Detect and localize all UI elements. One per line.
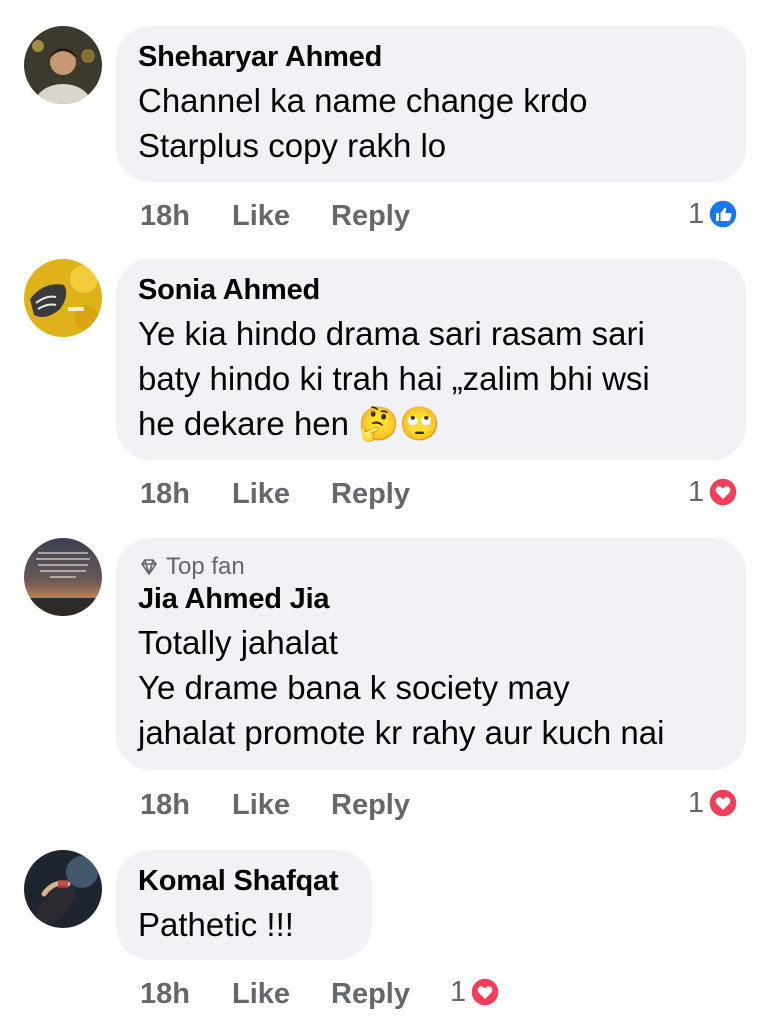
love-icon (708, 788, 738, 818)
comment-author[interactable]: Sonia Ahmed (138, 273, 724, 307)
comment-timestamp[interactable]: 18h (140, 200, 232, 233)
reply-button[interactable]: Reply (331, 789, 410, 822)
comment-timestamp[interactable]: 18h (140, 789, 232, 822)
badge-label: Top fan (166, 553, 245, 580)
comment-actions: 18h Like Reply (140, 785, 410, 825)
avatar-photo (24, 850, 102, 928)
avatar[interactable] (24, 259, 102, 337)
comment-text: Ye kia hindo drama sari rasam sari baty … (138, 311, 724, 446)
like-icon (708, 199, 738, 229)
comment-author[interactable]: Sheharyar Ahmed (138, 40, 724, 74)
reaction-count: 1 (450, 975, 467, 1008)
like-button[interactable]: Like (232, 978, 331, 1011)
love-icon (708, 477, 738, 507)
comment-text: Totally jahalat Ye drame bana k society … (138, 624, 665, 751)
reaction-count: 1 (688, 197, 705, 230)
avatar-photo (24, 259, 102, 337)
reaction-summary[interactable]: 1 (450, 972, 500, 1012)
reaction-summary[interactable]: 1 (688, 783, 738, 823)
reply-button[interactable]: Reply (331, 200, 410, 233)
reaction-count: 1 (688, 786, 705, 819)
love-icon (470, 977, 500, 1007)
comment-actions: 18h Like Reply (140, 474, 410, 514)
comment-bubble: Sonia Ahmed Ye kia hindo drama sari rasa… (116, 259, 746, 460)
avatar-photo (24, 26, 102, 104)
comment-bubble: Komal Shafqat Pathetic !!! (116, 850, 372, 960)
like-button[interactable]: Like (232, 200, 331, 233)
reaction-count: 1 (688, 475, 705, 508)
comment-text: Pathetic !!! (138, 906, 294, 943)
diamond-icon (141, 559, 157, 575)
reply-button[interactable]: Reply (331, 978, 410, 1011)
comment-author[interactable]: Komal Shafqat (138, 864, 350, 898)
avatar[interactable] (24, 850, 102, 928)
comment-timestamp[interactable]: 18h (140, 978, 232, 1011)
reaction-summary[interactable]: 1 (688, 472, 738, 512)
comment-bubble: Top fan Jia Ahmed Jia Totally jahalat Ye… (116, 538, 746, 770)
comment-actions: 18h Like Reply (140, 196, 410, 236)
like-button[interactable]: Like (232, 478, 331, 511)
reply-button[interactable]: Reply (331, 478, 410, 511)
like-button[interactable]: Like (232, 789, 331, 822)
emoji: 🤔🙄 (358, 405, 441, 442)
comment-author[interactable]: Jia Ahmed Jia (138, 582, 724, 616)
comment-bubble: Sheharyar Ahmed Channel ka name change k… (116, 26, 746, 182)
avatar-photo (24, 538, 102, 616)
top-fan-badge: Top fan (138, 552, 724, 582)
comment-text: Channel ka name change krdo Starplus cop… (138, 82, 588, 164)
comment-actions: 18h Like Reply (140, 974, 410, 1014)
comment-timestamp[interactable]: 18h (140, 478, 232, 511)
avatar[interactable] (24, 26, 102, 104)
avatar[interactable] (24, 538, 102, 616)
reaction-summary[interactable]: 1 (688, 194, 738, 234)
